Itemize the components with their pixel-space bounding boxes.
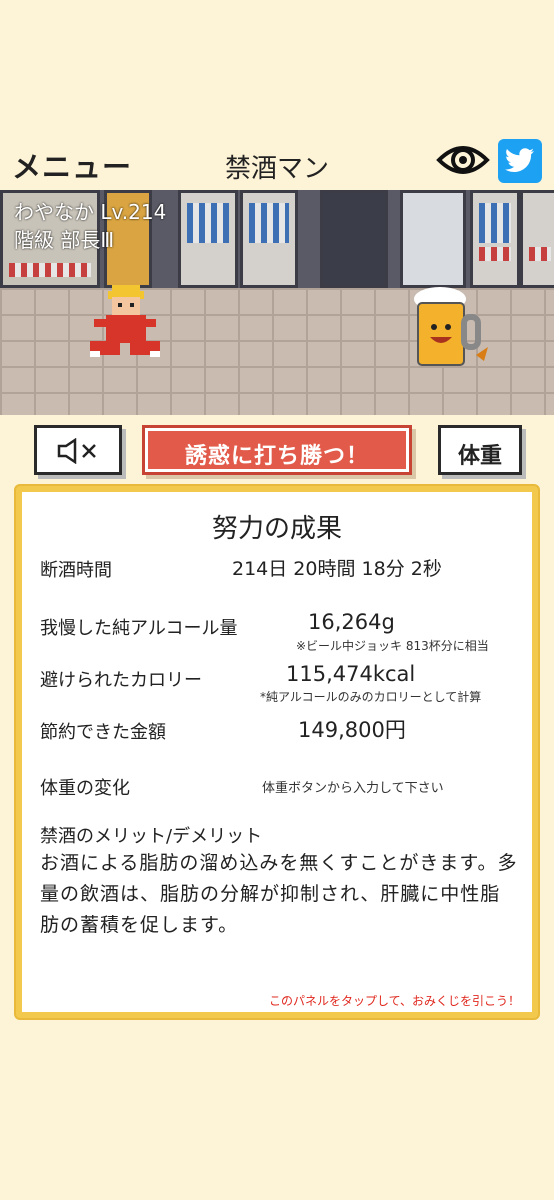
vending-machine	[520, 190, 554, 288]
alcohol-label: 我慢した純アルコール量	[40, 618, 238, 639]
weight-change-label: 体重の変化	[40, 778, 130, 799]
money-label: 節約できた金額	[40, 722, 166, 743]
phone-booth	[400, 190, 466, 288]
weight-button[interactable]: 体重	[438, 425, 522, 475]
abstinence-value: 214日 20時間 18分 2秒	[232, 558, 442, 580]
vending-machine	[240, 190, 298, 288]
eye-icon[interactable]	[436, 142, 490, 178]
player-rank: 階級 部長Ⅲ	[14, 228, 115, 252]
player-level: わやなか Lv.214	[14, 200, 167, 224]
panel-title: 努力の成果	[211, 514, 342, 544]
resist-temptation-label: 誘惑に打ち勝つ！	[184, 444, 369, 469]
weight-change-value: 体重ボタンから入力して下さい	[262, 781, 444, 796]
weight-button-label: 体重	[457, 444, 502, 469]
hero-character-icon	[90, 285, 160, 357]
results-panel[interactable]: 努力の成果 断酒時間 214日 20時間 18分 2秒 我慢した純アルコール量 …	[16, 486, 538, 1018]
alcohol-value: 16,264g	[308, 610, 395, 634]
omikuji-hint: このパネルをタップして、おみくじを引こう！	[268, 994, 520, 1008]
abstinence-label: 断酒時間	[40, 560, 112, 581]
app-header: メニュー 禁酒マン	[0, 130, 554, 190]
alcohol-note: ※ビール中ジョッキ 813杯分に相当	[296, 639, 489, 653]
merit-text: お酒による脂肪の溜め込みを無くすことがきます。多量の飲酒は、脂肪の分解が抑制され…	[40, 852, 518, 936]
vending-machine	[470, 190, 520, 288]
doorway	[320, 190, 388, 288]
game-scene[interactable]: わやなか Lv.214 階級 部長Ⅲ	[0, 190, 554, 415]
mute-button[interactable]	[34, 425, 122, 475]
player-info: わやなか Lv.214 階級 部長Ⅲ	[14, 198, 166, 254]
merit-label: 禁酒のメリット/デメリット	[40, 826, 263, 847]
calorie-label: 避けられたカロリー	[40, 670, 202, 691]
beer-mug-icon	[414, 287, 488, 366]
vending-machine	[178, 190, 238, 288]
twitter-icon[interactable]	[498, 139, 542, 183]
resist-temptation-button[interactable]: 誘惑に打ち勝つ！	[142, 425, 412, 475]
calorie-note: *純アルコールのみのカロリーとして計算	[260, 690, 482, 704]
speaker-mute-icon	[57, 438, 96, 464]
money-value: 149,800円	[298, 718, 406, 742]
calorie-value: 115,474kcal	[286, 662, 416, 686]
